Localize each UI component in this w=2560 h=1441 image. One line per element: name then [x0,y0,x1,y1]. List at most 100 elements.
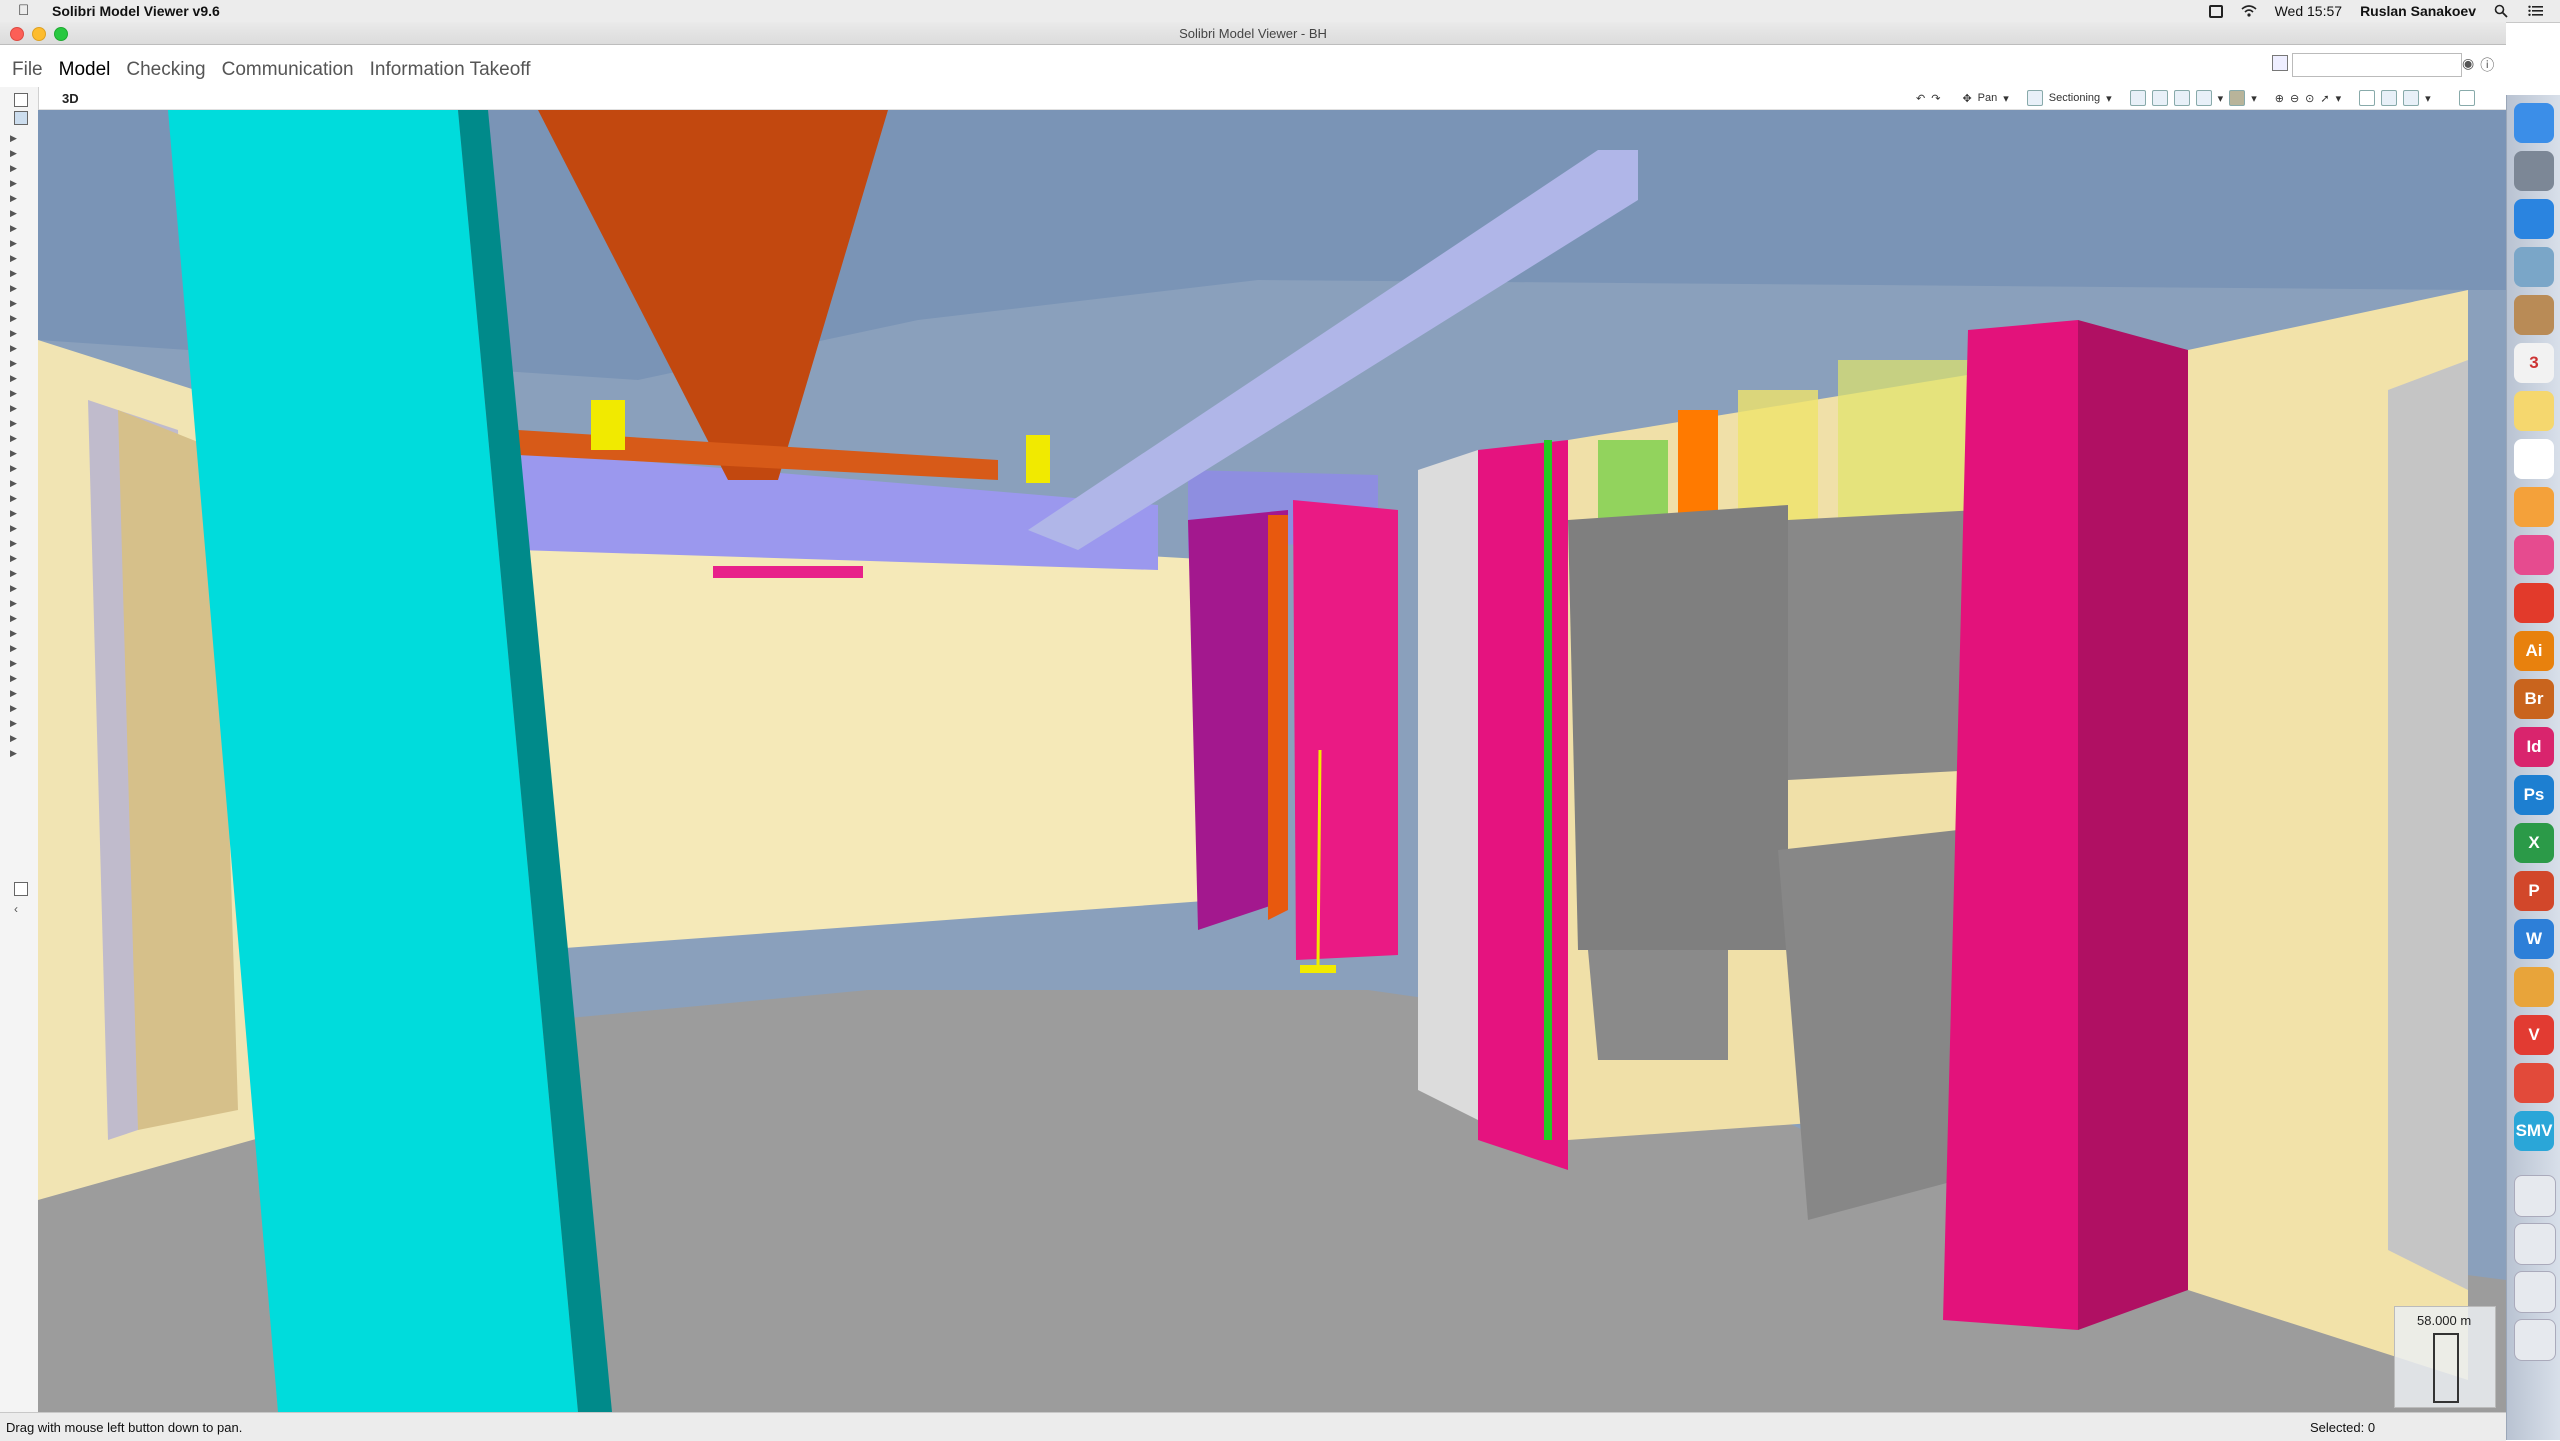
expand-arrow-icon[interactable]: ▶ [10,463,17,474]
zoom-fit-icon[interactable]: ⊙ [2305,92,2314,105]
navigator-minimap[interactable]: 58.000 m [2394,1306,2496,1408]
view-cube-icon[interactable] [2129,90,2146,106]
powerpoint-icon[interactable]: P [2514,871,2554,911]
notification-center-icon[interactable] [2528,4,2544,18]
expand-arrow-icon[interactable]: ▶ [10,493,17,504]
expand-arrow-icon[interactable]: ▶ [10,733,17,744]
apple-icon[interactable]:  [18,2,29,19]
expand-arrow-icon[interactable]: ▶ [10,718,17,729]
menu-model[interactable]: Model [59,59,111,81]
expand-arrow-icon[interactable]: ▶ [10,298,17,309]
expand-arrow-icon[interactable]: ▶ [10,163,17,174]
expand-arrow-icon[interactable]: ▶ [10,328,17,339]
chevron-down-icon[interactable]: ▾ [2218,92,2224,105]
expand-arrow-icon[interactable]: ▶ [10,703,17,714]
search-input[interactable] [2292,53,2462,77]
sectioning-icon[interactable] [2026,90,2043,106]
download-icon[interactable] [2514,1271,2556,1313]
pick-icon[interactable]: ➚ [2320,92,2329,105]
expand-arrow-icon[interactable]: ▶ [10,388,17,399]
maximize-view-icon[interactable] [2458,90,2475,106]
expand-arrow-icon[interactable]: ▶ [10,208,17,219]
view-top-icon[interactable] [2151,90,2168,106]
expand-arrow-icon[interactable]: ▶ [10,658,17,669]
launchpad-icon[interactable] [2514,151,2554,191]
chevron-down-icon[interactable]: ▾ [2003,92,2009,105]
excel-icon[interactable]: X [2514,823,2554,863]
chevron-down-icon[interactable]: ▾ [2106,92,2112,105]
expand-arrow-icon[interactable]: ▶ [10,583,17,594]
expand-arrow-icon[interactable]: ▶ [10,373,17,384]
illustrator-icon[interactable]: Ai [2514,631,2554,671]
chevron-down-icon[interactable]: ▾ [2425,92,2431,105]
pan-icon[interactable]: ✥ [1962,92,1971,105]
expand-arrow-icon[interactable]: ▶ [10,358,17,369]
pan-mode-label[interactable]: Pan [1978,92,1998,104]
itunes-icon[interactable] [2514,535,2554,575]
menu-information-takeoff[interactable]: Information Takeoff [370,59,531,81]
safari-icon[interactable] [2514,199,2554,239]
visibility-icon[interactable] [2229,90,2246,106]
zoom-out-icon[interactable]: ⊖ [2290,92,2299,105]
view-side-icon[interactable] [2195,90,2212,106]
help-icon[interactable]: ⓘ [2480,55,2494,75]
panel-icon-3d[interactable] [14,111,28,125]
bridge-icon[interactable]: Br [2514,679,2554,719]
expand-arrow-icon[interactable]: ▶ [10,283,17,294]
expand-arrow-icon[interactable]: ▶ [10,568,17,579]
solibri-icon[interactable]: SMV [2514,1111,2554,1151]
folder-icon[interactable] [2514,1223,2556,1265]
expand-arrow-icon[interactable]: ▶ [10,508,17,519]
zoom-in-icon[interactable]: ⊕ [2275,92,2284,105]
photoshop-icon[interactable]: Ps [2514,775,2554,815]
expand-arrow-icon[interactable]: ▶ [10,433,17,444]
expand-arrow-icon[interactable]: ▶ [10,523,17,534]
user-name[interactable]: Ruslan Sanakoev [2360,3,2476,19]
document-icon[interactable] [2514,1175,2556,1217]
expand-arrow-icon[interactable]: ▶ [10,403,17,414]
expand-arrow-icon[interactable]: ▶ [10,553,17,564]
expand-arrow-icon[interactable]: ▶ [10,133,17,144]
menu-communication[interactable]: Communication [222,59,354,81]
expand-arrow-icon[interactable]: ▶ [10,748,17,759]
collapse-left-icon[interactable]: ‹ [14,902,18,916]
expand-arrow-icon[interactable]: ▶ [10,268,17,279]
acrobat-icon[interactable] [2514,583,2554,623]
expand-arrow-icon[interactable]: ▶ [10,643,17,654]
menu-file[interactable]: File [12,59,43,81]
expand-arrow-icon[interactable]: ▶ [10,448,17,459]
sketchup-icon[interactable] [2514,1063,2554,1103]
binoculars-icon[interactable]: ◉ [2462,55,2474,75]
photos-icon[interactable] [2514,487,2554,527]
wifi-icon[interactable] [2241,4,2257,18]
indesign-icon[interactable]: Id [2514,727,2554,767]
expand-arrow-icon[interactable]: ▶ [10,688,17,699]
expand-arrow-icon[interactable]: ▶ [10,673,17,684]
sectioning-label[interactable]: Sectioning [2049,92,2100,104]
screen-mirror-icon[interactable] [2208,4,2223,18]
chevron-down-icon[interactable]: ▾ [2336,92,2342,105]
navigator-plan[interactable] [2433,1333,2459,1403]
3d-viewport[interactable]: 58.000 m [38,110,2506,1412]
expand-arrow-icon[interactable]: ▶ [10,223,17,234]
notes-icon[interactable] [2514,391,2554,431]
expand-arrow-icon[interactable]: ▶ [10,238,17,249]
expand-arrow-icon[interactable]: ▶ [10,598,17,609]
layers-icon[interactable] [2403,90,2420,106]
expand-arrow-icon[interactable]: ▶ [10,628,17,639]
vectorworks-icon[interactable] [2514,967,2554,1007]
expand-arrow-icon[interactable]: ▶ [10,313,17,324]
preview-icon[interactable] [2514,247,2554,287]
app-name[interactable]: Solibri Model Viewer v9.6 [52,3,220,19]
expand-arrow-icon[interactable]: ▶ [10,148,17,159]
panel-restore-button[interactable] [14,93,28,107]
view-front-icon[interactable] [2173,90,2190,106]
expand-arrow-icon[interactable]: ▶ [10,343,17,354]
reminders-icon[interactable] [2514,439,2554,479]
clock[interactable]: Wed 15:57 [2275,3,2342,19]
menu-checking[interactable]: Checking [126,59,205,81]
window-detach-icon[interactable] [2359,90,2376,106]
expand-arrow-icon[interactable]: ▶ [10,418,17,429]
redo-icon[interactable]: ↷ [1931,92,1940,105]
expand-arrow-icon[interactable]: ▶ [10,613,17,624]
